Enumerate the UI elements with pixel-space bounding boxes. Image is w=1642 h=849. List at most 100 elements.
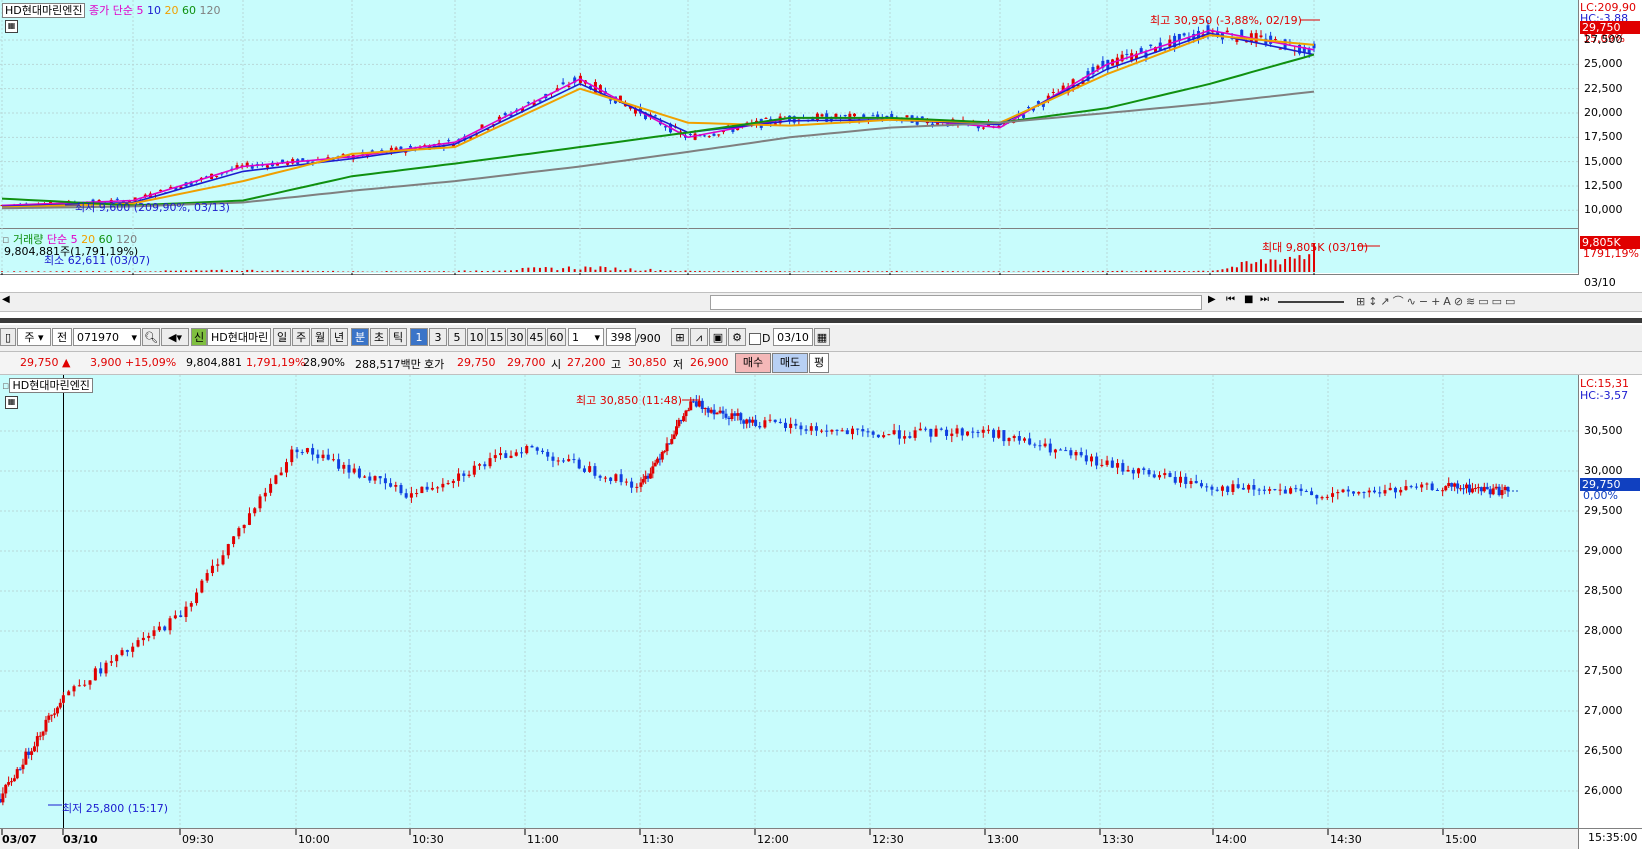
minute-price-chart: 03/07 03/10 09:30 10:00 10:30 11:00 11:30 12:00…	[0, 375, 1642, 849]
market-type-select[interactable]: 주 ▾	[17, 328, 51, 346]
sell-button[interactable]: 매도	[772, 353, 808, 373]
volume-bar	[316, 271, 319, 272]
date-checkbox[interactable]	[749, 333, 761, 345]
minute-candle	[924, 428, 928, 430]
volume-bar	[190, 270, 193, 272]
search-icon[interactable]: 🔍︎	[142, 328, 160, 346]
minute-candle	[751, 419, 755, 423]
volume-bar	[1288, 256, 1291, 272]
daily-ytick: 22,500	[1584, 81, 1623, 95]
minute-candle	[205, 573, 209, 581]
buy-button[interactable]: 매수	[735, 353, 771, 373]
quote-hoga-label: 호가	[424, 358, 445, 371]
settings-icon[interactable]: ▦	[5, 20, 18, 33]
interval-10[interactable]: 10	[467, 328, 486, 346]
volume-bar	[885, 271, 888, 272]
volume-bar	[550, 267, 553, 272]
calendar-icon[interactable]: ▦	[814, 328, 830, 346]
minute-candle	[247, 513, 251, 525]
period-month[interactable]: 월	[311, 328, 329, 346]
minute-candle	[981, 429, 985, 433]
interval-15[interactable]: 15	[487, 328, 506, 346]
drawing-tools-icon[interactable]: ⊞↕↗⌒∿−+A⊘≋▭▭▭	[1356, 293, 1518, 309]
volume-bar	[159, 271, 162, 272]
minute-candle	[55, 707, 59, 714]
pane-separator[interactable]	[0, 318, 1642, 323]
quote-turnover: 28,90%	[303, 356, 345, 369]
period-year[interactable]: 년	[330, 328, 348, 346]
period-second[interactable]: 초	[370, 328, 388, 346]
minute-candle	[352, 468, 356, 473]
minute-candle	[1283, 489, 1287, 494]
volume-bar	[867, 270, 870, 272]
interval-1[interactable]: 1	[410, 328, 428, 346]
volume-bar	[1250, 263, 1253, 272]
date-input[interactable]: 03/10	[773, 328, 813, 346]
minute-candle	[253, 508, 257, 514]
nav-first-icon[interactable]: ⏮	[1226, 294, 1235, 305]
volume-bar	[179, 270, 182, 272]
minute-stock-label[interactable]: HD현대마린엔진	[9, 378, 93, 393]
speaker-icon[interactable]: ◀▾	[161, 328, 189, 346]
minute-candle	[430, 487, 434, 490]
nav-stop-icon[interactable]: ■	[1244, 294, 1253, 305]
daily-ytick: 15,000	[1584, 154, 1623, 168]
volume-bar	[361, 271, 364, 272]
unit-select[interactable]: 1 ▾	[568, 328, 604, 346]
minute-candle	[582, 468, 586, 472]
volume-bar	[241, 271, 244, 272]
ma20-label: 20	[164, 4, 179, 17]
volume-bar	[604, 267, 607, 272]
daily-candle	[447, 140, 451, 142]
interval-45[interactable]: 45	[527, 328, 546, 346]
minute-candle	[1378, 492, 1382, 494]
count-input[interactable]: 398	[606, 328, 636, 346]
save-icon[interactable]: ▣	[709, 328, 727, 346]
chart-type-icon[interactable]: ▯	[0, 328, 16, 346]
volume-bar	[669, 270, 672, 272]
interval-60[interactable]: 60	[547, 328, 566, 346]
volume-bar	[830, 271, 833, 272]
stock-name-box[interactable]: HD현대마린엔진	[2, 3, 86, 18]
volume-bar	[1144, 270, 1147, 272]
prev-select[interactable]: 전	[52, 328, 72, 346]
volume-bar	[900, 271, 903, 272]
minute-candle	[1404, 486, 1408, 490]
gear-icon[interactable]: ⚙	[728, 328, 746, 346]
minute-candle	[672, 434, 676, 440]
period-minute[interactable]: 분	[351, 328, 369, 346]
daily-high-note: 최고 30,950 (-3,88%, 02/19)	[1150, 14, 1302, 27]
scroll-left-arrow[interactable]: ◀	[2, 294, 10, 305]
minute-candle	[856, 428, 860, 430]
minute-candle	[1168, 473, 1172, 477]
period-tick[interactable]: 틱	[389, 328, 407, 346]
compare-icon[interactable]: ⊞	[671, 328, 689, 346]
scroll-right-arrow[interactable]: ▶	[1208, 294, 1216, 305]
minute-candle	[83, 684, 87, 686]
minute-candle	[1069, 450, 1073, 456]
minute-ytick: 28,000	[1584, 624, 1623, 637]
minute-candle	[483, 464, 487, 467]
chart-style-icon[interactable]: ⩘	[690, 328, 708, 346]
minute-settings-icon[interactable]: ▦	[5, 396, 18, 409]
minute-ytick: 28,500	[1584, 584, 1623, 597]
stock-code-input[interactable]: 071970 ▾	[73, 328, 141, 346]
volume-bar	[395, 271, 398, 272]
minute-xtick: 12:30	[872, 833, 904, 846]
avg-button[interactable]: 평	[809, 353, 829, 373]
interval-5[interactable]: 5	[448, 328, 466, 346]
chart-scrollbar[interactable]: ◀ ▶ ⏮ ■ ⏭ ⊞↕↗⌒∿−+A⊘≋▭▭▭	[0, 292, 1642, 312]
minute-candle	[934, 428, 938, 437]
nav-last-icon[interactable]: ⏭	[1260, 294, 1269, 305]
minute-candle	[1304, 491, 1308, 493]
zoom-slider[interactable]	[1278, 301, 1344, 303]
period-day[interactable]: 일	[273, 328, 291, 346]
minute-candle	[686, 410, 690, 412]
volume-bar	[689, 270, 692, 272]
minute-candle	[918, 428, 922, 431]
stock-name-field[interactable]: HD현대마린	[207, 328, 271, 346]
scroll-thumb[interactable]	[710, 295, 1202, 310]
interval-30[interactable]: 30	[507, 328, 526, 346]
interval-3[interactable]: 3	[429, 328, 447, 346]
period-week[interactable]: 주	[292, 328, 310, 346]
